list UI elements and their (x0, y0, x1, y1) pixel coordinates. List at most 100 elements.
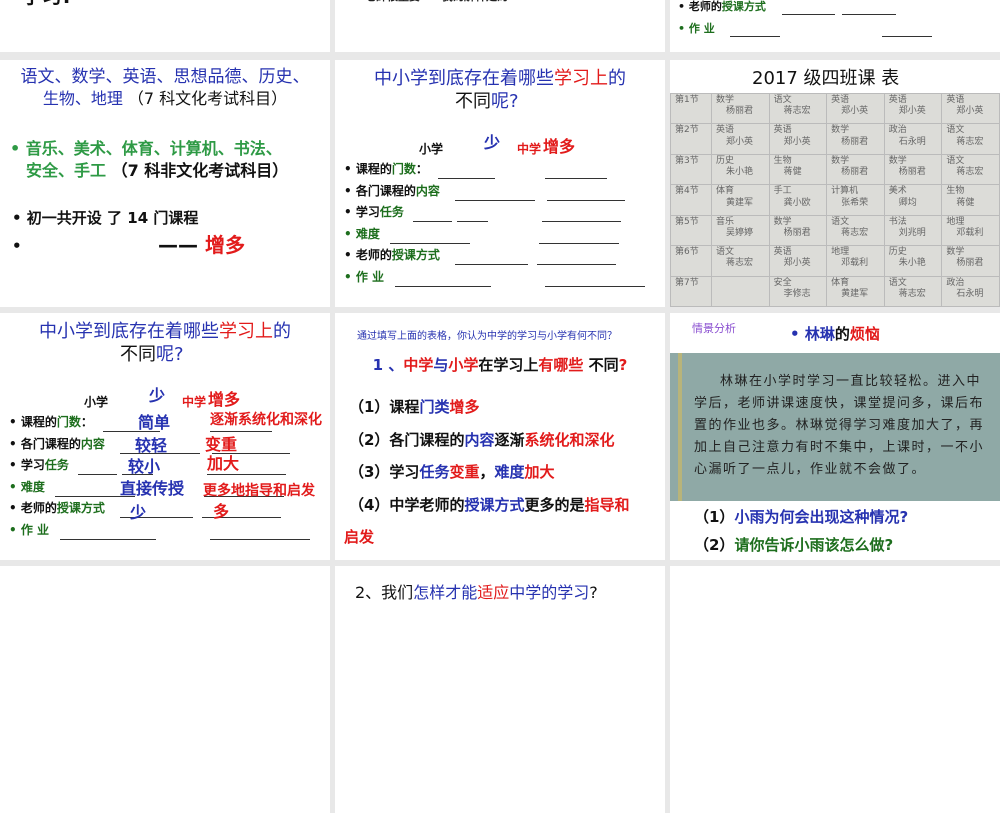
row-label: • 课程的门数： (344, 162, 428, 177)
slide-title: 不同呢? (455, 91, 519, 113)
text-segment: • 各门课程的 (344, 183, 416, 198)
teacher-name: 蒋志宏 (841, 227, 869, 238)
row-label: • 老师的授课方式 (344, 248, 440, 263)
text-segment: ： (80, 415, 93, 429)
slide-bottom-right[interactable] (670, 566, 1000, 813)
answer-blank (455, 199, 535, 201)
conclusion-more: —— 增多 (158, 234, 245, 257)
answer-text: 多 (213, 502, 230, 521)
teacher-name: 蒋志宏 (956, 167, 984, 178)
text-segment: 的 (608, 68, 626, 89)
subjects-line: • 音乐、美术、体育、计算机、书法、 (10, 139, 282, 158)
text-segment: 更多的是 (524, 495, 585, 514)
text-segment: 内容 (415, 183, 440, 198)
teacher-name: 郑小英 (783, 136, 811, 147)
text-segment: 启发 (344, 528, 375, 546)
slide-top-right[interactable]: • 老师的授课方式 • 作 业 (670, 0, 1000, 52)
text-segment: 小学 (448, 356, 479, 374)
teacher-name: 黄建军 (841, 288, 869, 299)
teacher-name: 李修志 (783, 288, 811, 299)
text-segment: • 难度 (344, 226, 380, 241)
class-cell: 书法 刘兆明 (883, 214, 943, 247)
answer-blank (539, 242, 619, 244)
subjects-line: 安全、手工 （7 科非文化考试科目） (26, 161, 288, 180)
summary-intro: 通过填写上面的表格，你认为中学的学习与小学有何不同？ (357, 331, 617, 342)
text-segment: • 作 业 (678, 22, 715, 35)
text-segment: 安全、手工 (26, 161, 112, 180)
period-cell: 第2节 (670, 123, 712, 155)
class-cell: 语文 蒋志宏 (941, 123, 1000, 155)
answer-blank (413, 221, 452, 222)
answer-blank (438, 178, 495, 179)
class-cell: 体育 黄建军 (710, 184, 770, 216)
text-segment: （1） (694, 508, 735, 526)
text-segment: 小雨为何会出现这种情况? (734, 508, 909, 526)
teacher-name: 郑小英 (841, 106, 869, 117)
timetable-title: 2017 级四班课 表 (752, 68, 900, 89)
slide-compare-filled[interactable]: 中小学到底存在着哪些学习上的 不同呢? 小学少中学 增多 • 课程的门数： • 各门课程的… (0, 313, 330, 560)
slide-subjects[interactable]: 语文、数学、英语、思想品德、历史、 生物、地理 （7 科文化考试科目） • 音乐、美… (0, 60, 330, 307)
text-segment: 学习上 (219, 321, 273, 342)
text-segment: 林琳 (804, 325, 835, 343)
subject-name: 语文 (773, 95, 792, 105)
class-cell: 英语 郑小英 (768, 123, 828, 155)
slide-summary[interactable]: 通过填写上面的表格，你认为中学的学习与小学有何不同？ 1 、中学与小学在学习上有哪… (335, 313, 665, 560)
text-segment: 的 (273, 321, 291, 342)
subject-name: 英语 (888, 95, 907, 105)
text-segment: 中小学到底存在着哪些 (374, 68, 554, 89)
teacher-name: 龚小欧 (783, 197, 811, 208)
slide-bottom-left[interactable] (0, 566, 330, 813)
subject-name: 数学 (888, 155, 907, 166)
text-segment: • 初一共开设 了 14 门课程 (12, 209, 199, 227)
subject-name: 数学 (831, 155, 850, 166)
subject-name: 地理 (831, 247, 850, 258)
subject-name: 音乐 (715, 216, 734, 227)
slide-bottom-mid[interactable]: 2、我们怎样才能适应中学的学习? (335, 566, 665, 813)
row-label: • 难度 (344, 226, 380, 242)
summary-point: 启发 (344, 528, 375, 546)
text-segment: ? (618, 356, 628, 374)
answer-blank (395, 285, 491, 287)
timetable-row: 第3节 历史 朱小艳 生物 蒋健 数学 杨丽君 数学 杨丽君 语文 蒋志宏 (670, 153, 1000, 186)
class-cell: 生物 蒋健 (768, 153, 828, 186)
subject-name: 语文 (831, 216, 850, 227)
class-cell: 历史 朱小艳 (710, 153, 770, 186)
text-segment: 与 (433, 356, 449, 374)
subject-name: 体育 (831, 277, 850, 288)
teacher-name: 杨丽君 (783, 227, 811, 238)
teacher-name: 石永明 (956, 288, 984, 299)
text-segment: 语文、数学、英语、思想品德、历史、 (20, 67, 310, 87)
teacher-name: 郑小英 (725, 136, 753, 147)
class-cell: 语文 蒋志宏 (826, 214, 885, 247)
class-cell: 数学 杨丽君 (941, 245, 1000, 277)
subject-name: 美术 (888, 186, 907, 197)
row-label: • 各门课程的内容 (9, 437, 105, 452)
text-segment: • 作 业 (344, 269, 385, 284)
slide-top-mid[interactable]: 老師很重要……我的解释是的 (335, 0, 665, 52)
text-segment: 授课方式 (391, 248, 440, 262)
answer-blank (455, 264, 528, 265)
class-cell: 历史 朱小艳 (883, 245, 943, 277)
text-segment: • 学习 (344, 205, 380, 219)
subjects-line: 语文、数学、英语、思想品德、历史、 (0, 67, 330, 88)
slide-top-left[interactable]: 学习! (0, 0, 330, 52)
teacher-name: 郑小英 (783, 258, 811, 269)
teacher-name: 杨丽君 (841, 136, 869, 147)
slide-compare-blank[interactable]: 中小学到底存在着哪些学习上的 不同呢? 小学 少 中学 增多 • 课程的门数： • 各门课程的… (335, 60, 665, 307)
text-segment: 任务 (44, 458, 69, 472)
text-segment: • 老师的 (678, 0, 722, 13)
period-cell: 第4节 (670, 184, 712, 216)
class-cell: 地理 邓载利 (826, 245, 885, 277)
class-cell: 英语 郑小英 (826, 92, 885, 125)
slide-scenario[interactable]: 情景分析 • 林琳的烦恼 林琳在小学时学习一直比较轻松。进入中学后，老师讲课速度快，… (670, 313, 1000, 560)
slide-timetable[interactable]: 2017 级四班课 表第1节 数学 杨丽君 语文 蒋志宏 英语 郑小英 英语 郑小英 英语 郑小英第… (670, 60, 1000, 307)
textbook-photo: 林琳在小学时学习一直比较轻松。进入中学后，老师讲课速度快，课堂提问多，课后布置的… (670, 353, 1000, 501)
less-label: 少 (149, 386, 166, 405)
answer-blank (457, 221, 488, 222)
teacher-name: 黄建军 (725, 197, 753, 208)
text-segment: 授课方式 (721, 0, 766, 13)
class-cell: 数学 杨丽君 (768, 214, 828, 247)
more-label: 增多 (208, 390, 241, 409)
text-segment: 任务 (419, 463, 450, 481)
less-label: 少 (484, 133, 501, 152)
